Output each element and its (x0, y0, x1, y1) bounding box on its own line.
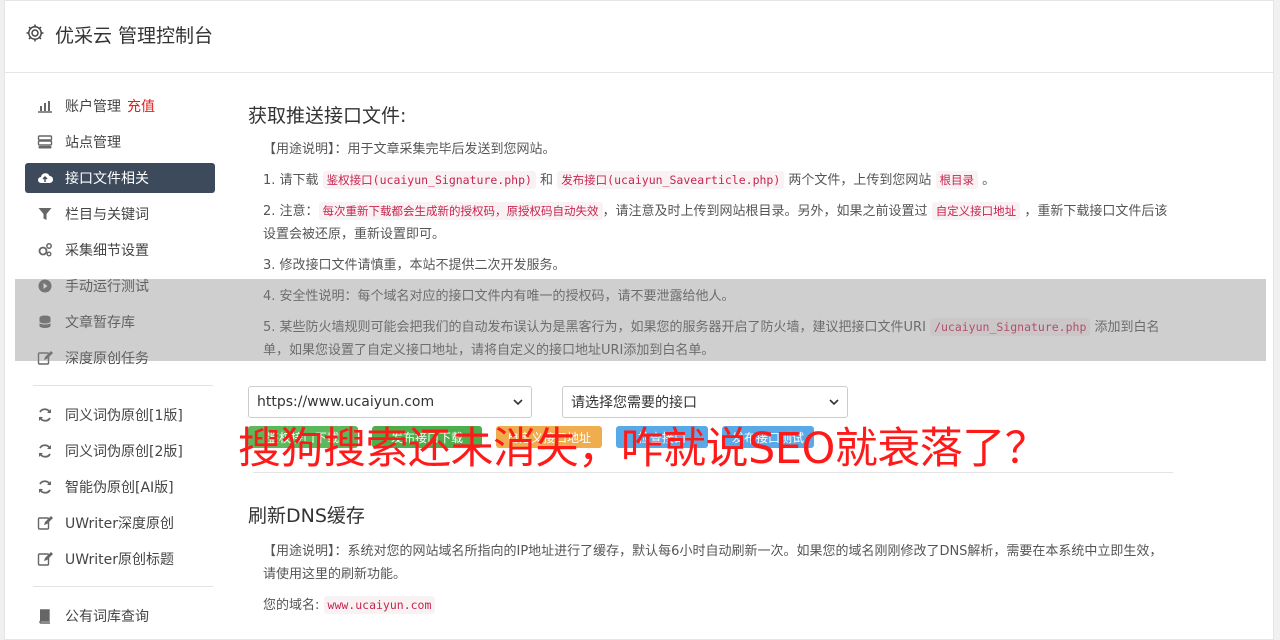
sidebar-item-5[interactable]: UWriter原创标题 (25, 544, 215, 574)
sidebar-item-label: 栏目与关键词 (65, 207, 149, 223)
sidebar-item-2[interactable]: 站点管理 (25, 127, 215, 157)
gears-icon (37, 242, 53, 258)
overlay-headline: 搜狗搜索还未消失，咋就说SEO就衰落了？ (238, 424, 1048, 474)
recharge-link[interactable]: 充值 (127, 96, 155, 116)
refresh-icon (37, 479, 53, 495)
dns-usage-text: 【用途说明】：系统对您的网站域名所指向的IP地址进行了缓存，默认每6小时自动刷新… (263, 544, 1163, 582)
sidebar-item-1[interactable]: 公有词库查询 (25, 601, 215, 631)
chevron-down-icon (513, 399, 523, 406)
root-dir-code: 根目录 (935, 171, 979, 189)
console-title: 优采云 管理控制台 (55, 25, 214, 47)
sidebar-item-1[interactable]: 同义词伪原创[1版] (25, 400, 215, 430)
sidebar-item-4[interactable]: 栏目与关键词 (25, 199, 215, 229)
sidebar-nav: 账户管理 充值 站点管理 接口文件相关 栏目与关键词 采集细节设置 手动运行测试 文章暂存库深… (25, 91, 215, 637)
sidebar-item-label: 采集细节设置 (65, 243, 149, 259)
step-3: 3. 修改接口文件请慎重，本站不提供二次开发服务。 (263, 258, 566, 273)
sidebar-item-3[interactable]: 智能伪原创[AI版] (25, 472, 215, 502)
refresh-icon (37, 443, 53, 459)
server-icon (37, 134, 53, 150)
sidebar-item-4[interactable]: UWriter深度原创 (25, 508, 215, 538)
custom-api-code: 自定义接口地址 (931, 202, 1021, 220)
sidebar-item-label: 同义词伪原创[1版] (65, 408, 183, 424)
auth-warning-code: 每次重新下载都会生成新的授权码，原授权码自动失效 (318, 202, 603, 220)
chevron-down-icon (829, 399, 839, 406)
sidebar-item-label: 智能伪原创[AI版] (65, 480, 174, 496)
edit-icon (37, 551, 53, 567)
gear-icon (25, 23, 45, 43)
top-header: 优采云 管理控制台 (5, 1, 1273, 73)
domain-line: 您的域名: www.ucaiyun.com (263, 594, 1168, 617)
filter-icon (37, 206, 53, 222)
refresh-icon (37, 407, 53, 423)
sidebar-divider (33, 586, 213, 587)
sidebar-item-2[interactable]: 同义词伪原创[2版] (25, 436, 215, 466)
sidebar-item-label: 账户管理 (65, 99, 121, 115)
edit-icon (37, 515, 53, 531)
gray-overlay-band (15, 279, 1266, 361)
sidebar-item-label: 站点管理 (65, 135, 121, 151)
bar-chart-icon (37, 98, 53, 114)
step-1: 1. 请下载 鉴权接口(ucaiyun_Signature.php) 和 发布接… (263, 171, 996, 189)
sidebar-item-label: 接口文件相关 (65, 171, 149, 187)
sidebar-item-label: UWriter深度原创 (65, 516, 174, 532)
usage-text: 【用途说明】：用于文章采集完毕后发送到您网站。 (263, 142, 556, 157)
sidebar-item-label: 同义词伪原创[2版] (65, 444, 183, 460)
sidebar-item-5[interactable]: 采集细节设置 (25, 235, 215, 265)
book-icon (37, 608, 53, 624)
sidebar-item-label: UWriter原创标题 (65, 552, 174, 568)
section-title-interface: 获取推送接口文件: (248, 105, 407, 127)
savearticle-file-code: 发布接口(ucaiyun_Savearticle.php) (557, 171, 785, 189)
domain-value: www.ucaiyun.com (323, 596, 436, 614)
signature-file-code: 鉴权接口(ucaiyun_Signature.php) (322, 171, 536, 189)
sidebar-divider (33, 385, 213, 386)
step-2: 2. 注意： 每次重新下载都会生成新的授权码，原授权码自动失效 ，请注意及时上传到网… (263, 202, 1168, 242)
section-title-dns: 刷新DNS缓存 (248, 505, 365, 527)
cloud-upload-icon (37, 170, 54, 186)
sidebar-item-label: 公有词库查询 (65, 609, 149, 625)
sidebar-item-3[interactable]: 接口文件相关 (25, 163, 215, 193)
sidebar-item-1[interactable]: 账户管理 充值 (25, 91, 215, 121)
